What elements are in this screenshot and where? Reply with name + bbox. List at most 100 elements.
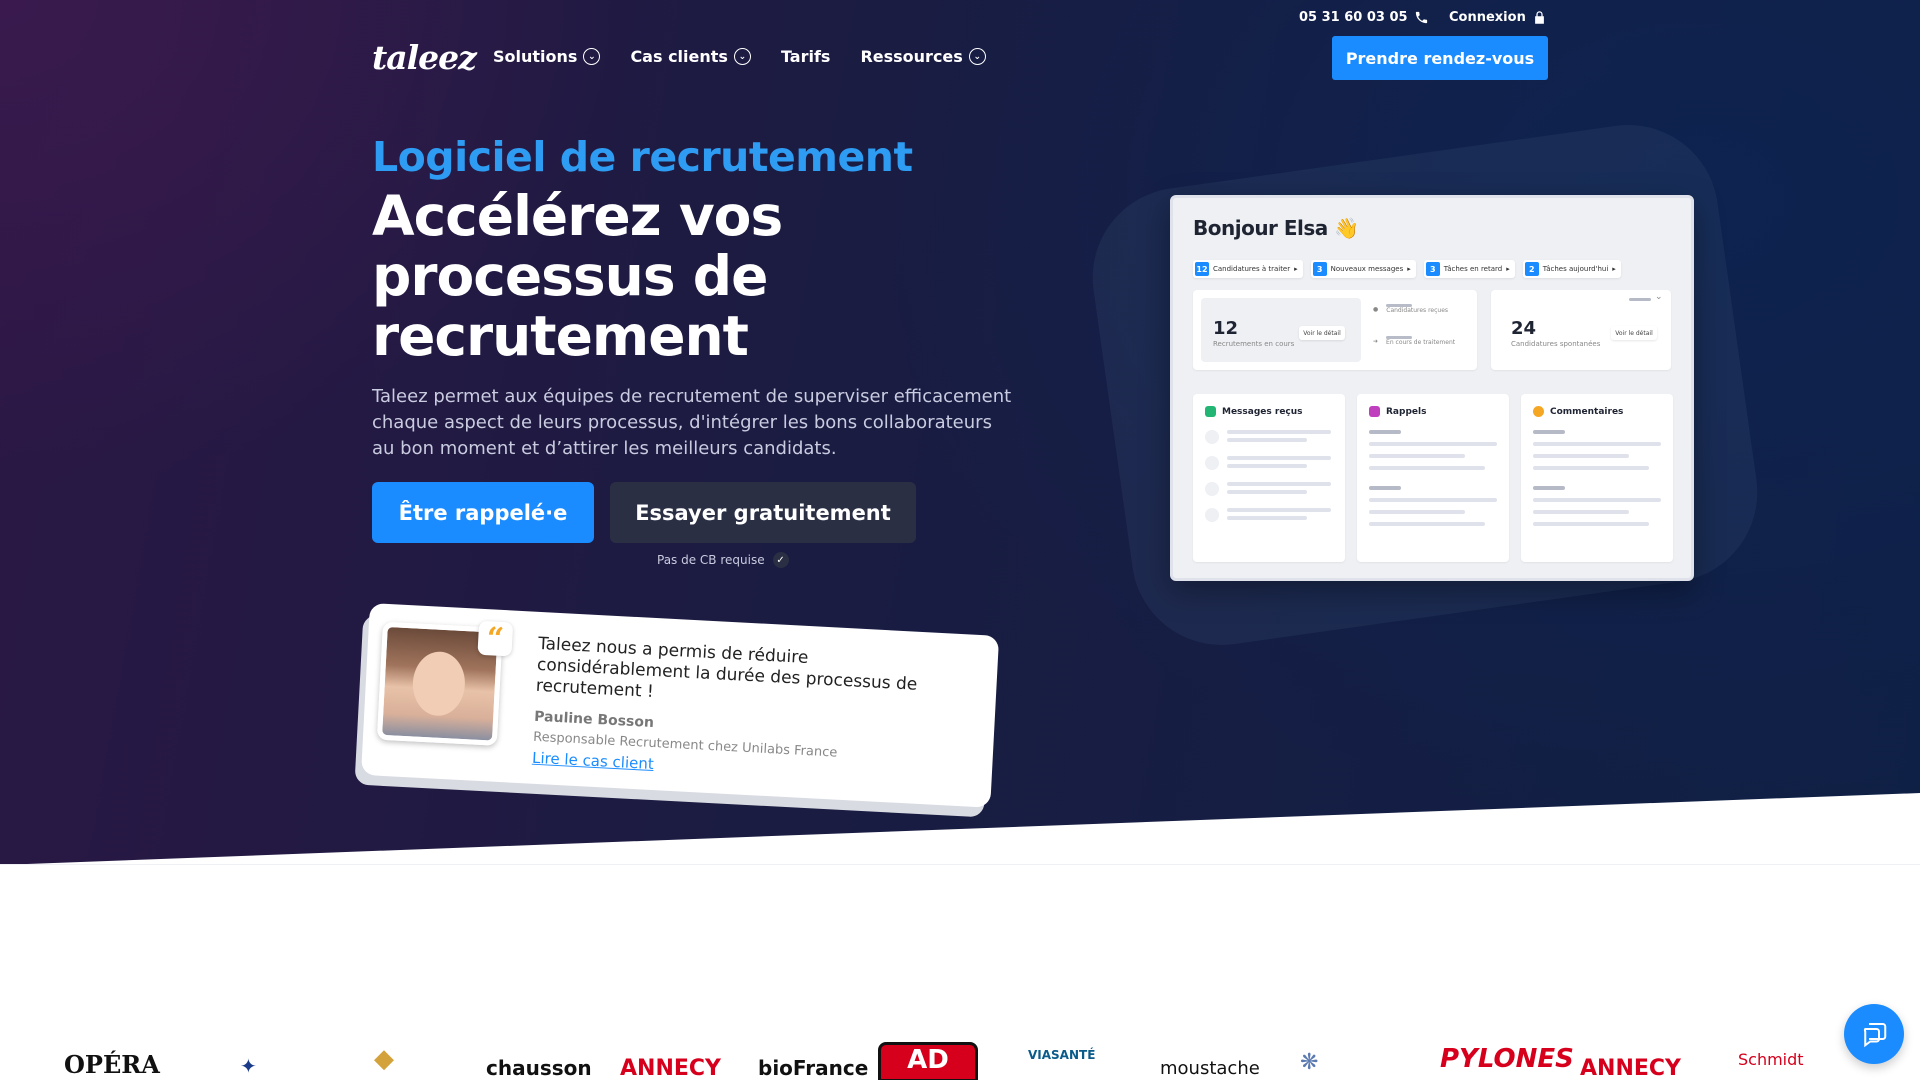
pill-count: 3 bbox=[1312, 262, 1327, 276]
phone-link[interactable]: 05 31 60 03 05 bbox=[1299, 10, 1429, 25]
placeholder-line bbox=[1227, 456, 1331, 460]
placeholder-line bbox=[1533, 466, 1649, 470]
panel-commentaires: Commentaires bbox=[1521, 394, 1673, 562]
lock-icon bbox=[1534, 11, 1544, 24]
panel-messages: Messages reçus bbox=[1193, 394, 1345, 562]
placeholder-line bbox=[1533, 430, 1565, 434]
placeholder-line bbox=[1629, 298, 1651, 301]
stat-card-spontanees: ⌄ 24 Candidatures spontanées Voir le dét… bbox=[1491, 290, 1671, 370]
avatar-placeholder bbox=[1205, 430, 1219, 444]
stat-value: 12 bbox=[1213, 318, 1239, 339]
placeholder-line bbox=[1533, 486, 1565, 490]
client-logo: Schmidt bbox=[1738, 1050, 1804, 1069]
no-card-note: Pas de CB requise ✓ bbox=[657, 552, 789, 568]
stat-value: 24 bbox=[1511, 318, 1537, 339]
panel-header: Messages reçus bbox=[1205, 406, 1303, 417]
chat-button[interactable] bbox=[1844, 1004, 1904, 1064]
chevron-down-icon: ⌄ bbox=[733, 48, 751, 65]
testimonial-quote: Taleez nous a permis de réduire considér… bbox=[535, 633, 918, 702]
testimonial-body: “ Taleez nous a permis de réduire consid… bbox=[360, 603, 1000, 808]
callback-button[interactable]: Être rappelé·e bbox=[372, 482, 594, 543]
placeholder-line bbox=[1369, 510, 1465, 514]
phone-icon bbox=[1415, 11, 1427, 24]
pill-label: Nouveaux messages bbox=[1330, 265, 1404, 273]
mini-stat: ➜ En cours de traitement bbox=[1373, 336, 1455, 346]
placeholder-line bbox=[1369, 430, 1401, 434]
placeholder-line bbox=[1369, 466, 1485, 470]
main-nav: Solutions ⌄ Cas clients ⌄ Tarifs Ressour… bbox=[493, 47, 986, 66]
chevron-down-icon: ⌄ bbox=[1655, 292, 1663, 302]
pill-retard: 3 Tâches en retard ▸ bbox=[1423, 260, 1515, 278]
free-trial-button[interactable]: Essayer gratuitement bbox=[610, 482, 916, 543]
nav-item-tarifs[interactable]: Tarifs bbox=[781, 47, 831, 66]
arrow-right-icon: ➜ bbox=[1373, 337, 1379, 345]
chat-icon bbox=[1863, 1023, 1887, 1048]
avatar-face bbox=[411, 650, 467, 718]
client-logo: AD bbox=[878, 1042, 978, 1080]
nav-label: Tarifs bbox=[780, 47, 831, 66]
dashboard-greeting: Bonjour Elsa 👋 bbox=[1193, 216, 1359, 240]
avatar-placeholder bbox=[1205, 456, 1219, 470]
nav-item-solutions[interactable]: Solutions ⌄ bbox=[493, 47, 601, 66]
stat-label: Candidatures spontanées bbox=[1511, 340, 1601, 348]
pill-count: 3 bbox=[1425, 262, 1440, 276]
nav-label: Cas clients bbox=[630, 47, 728, 66]
placeholder-line bbox=[1227, 430, 1331, 434]
book-demo-button[interactable]: Prendre rendez-vous bbox=[1332, 36, 1548, 80]
users-icon: ● bbox=[1373, 305, 1379, 313]
mini-label: Candidatures reçues bbox=[1386, 307, 1449, 314]
phone-number: 05 31 60 03 05 bbox=[1299, 10, 1408, 25]
client-logo-mark: ✦ bbox=[240, 1054, 257, 1078]
brand-logo[interactable]: taleez bbox=[372, 38, 477, 77]
nav-label: Ressources bbox=[860, 47, 963, 66]
mini-stat: ● Candidatures reçues bbox=[1373, 304, 1448, 314]
client-logos: OPÉRA ✦ ◆ chausson ANNECY bioFrance AD V… bbox=[0, 1042, 1920, 1080]
pill-label: Tâches aujourd'hui bbox=[1542, 265, 1609, 273]
placeholder-line bbox=[1227, 464, 1307, 468]
mini-label: En cours de traitement bbox=[1386, 339, 1456, 346]
login-link[interactable]: Connexion bbox=[1449, 10, 1547, 25]
client-logo-mark: ❋ bbox=[1300, 1050, 1319, 1075]
placeholder-line bbox=[1533, 442, 1661, 446]
client-logo: PYLONES bbox=[1440, 1044, 1574, 1074]
pill-messages: 3 Nouveaux messages ▸ bbox=[1310, 260, 1416, 278]
stat-row: 12 Recrutements en cours Voir le détail … bbox=[1193, 290, 1671, 372]
pill-label: Tâches en retard bbox=[1443, 265, 1503, 273]
check-icon: ✓ bbox=[772, 552, 789, 568]
placeholder-line bbox=[1227, 516, 1307, 520]
placeholder-line bbox=[1533, 498, 1661, 502]
placeholder-line bbox=[1227, 490, 1307, 494]
play-icon: ▸ bbox=[1407, 265, 1411, 273]
pill-count: 2 bbox=[1524, 262, 1539, 276]
placeholder-line bbox=[1369, 454, 1465, 458]
stat-card-recrutements: 12 Recrutements en cours Voir le détail … bbox=[1193, 290, 1477, 370]
panel-header: Rappels bbox=[1369, 406, 1426, 417]
play-icon: ▸ bbox=[1506, 265, 1510, 273]
case-study-link[interactable]: Lire le cas client bbox=[532, 749, 655, 773]
client-logo-mark: ◆ bbox=[374, 1044, 394, 1074]
placeholder-line bbox=[1227, 482, 1331, 486]
play-icon: ▸ bbox=[1294, 265, 1298, 273]
comment-icon bbox=[1533, 406, 1544, 417]
placeholder-line bbox=[1369, 498, 1497, 502]
avatar-placeholder bbox=[1205, 508, 1219, 522]
pill-count: 12 bbox=[1195, 262, 1209, 276]
login-label: Connexion bbox=[1449, 10, 1526, 25]
nav-item-ressources[interactable]: Ressources ⌄ bbox=[860, 47, 986, 66]
nav-label: Solutions bbox=[493, 47, 578, 66]
placeholder-line bbox=[1227, 508, 1331, 512]
section-divider bbox=[0, 864, 1920, 865]
panel-rappels: Rappels bbox=[1357, 394, 1509, 562]
client-logo: bioFrance bbox=[758, 1056, 869, 1080]
client-logo: ANNECY bbox=[620, 1056, 721, 1080]
panel-header: Commentaires bbox=[1533, 406, 1623, 417]
panel-title: Commentaires bbox=[1550, 406, 1624, 417]
placeholder-line bbox=[1369, 442, 1497, 446]
nav-item-cas-clients[interactable]: Cas clients ⌄ bbox=[630, 47, 751, 66]
quote-icon: “ bbox=[477, 621, 514, 657]
no-card-label: Pas de CB requise bbox=[657, 553, 765, 567]
hero-lead: Taleez permet aux équipes de recrutement… bbox=[372, 386, 1012, 459]
dashboard-mockup: Bonjour Elsa 👋 12 Candidatures à traiter ▸… bbox=[1170, 195, 1694, 581]
detail-button: Voir le détail bbox=[1611, 326, 1657, 340]
placeholder-line bbox=[1369, 486, 1401, 490]
